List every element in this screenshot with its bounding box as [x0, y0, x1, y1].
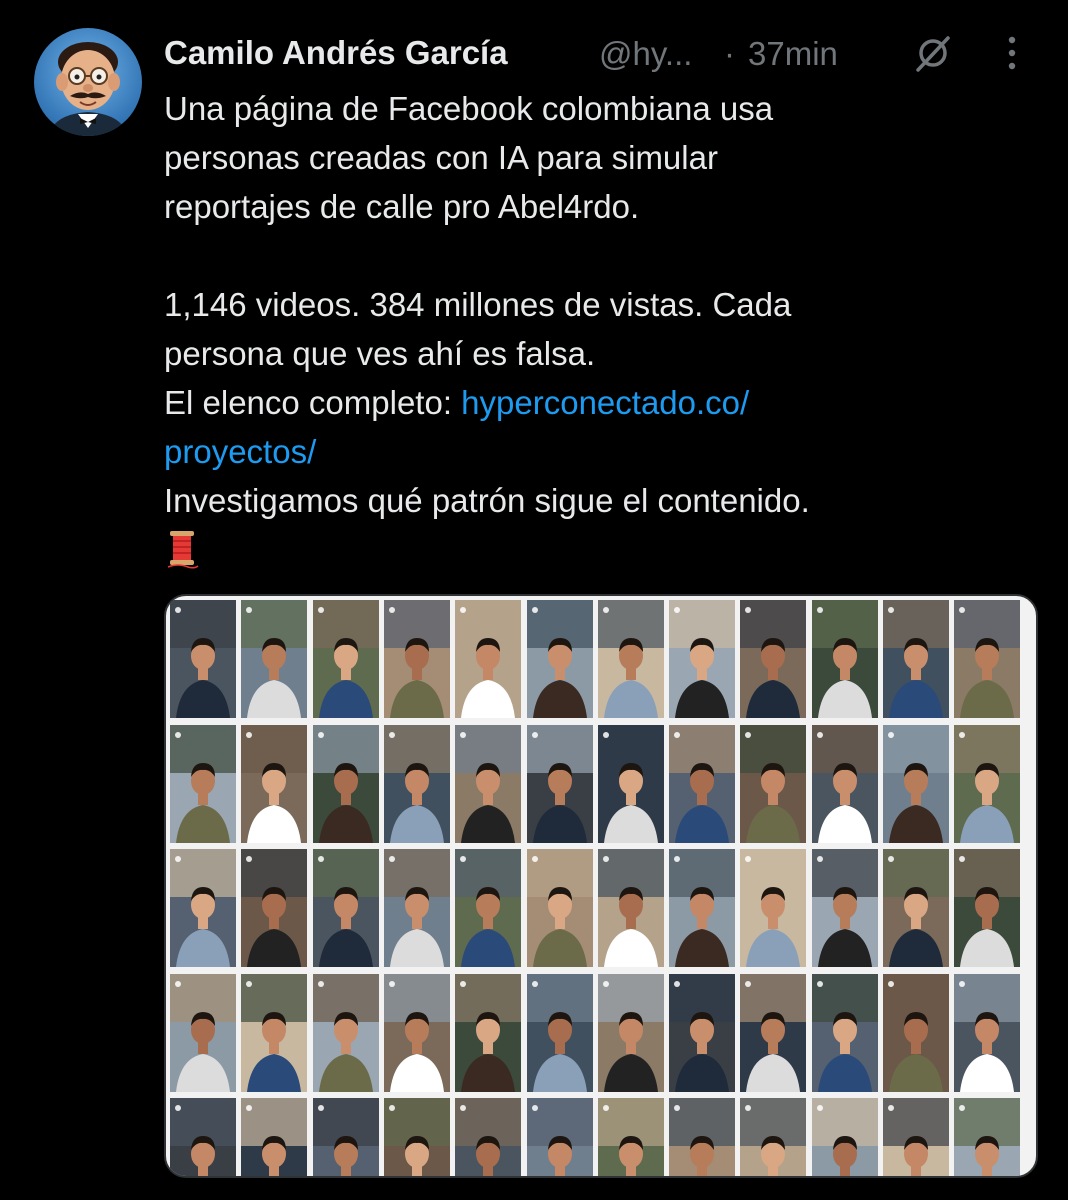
tweet-line-3: reportajes de calle pro Abel4rdo.	[164, 188, 640, 225]
video-thumbnail	[883, 724, 949, 843]
video-thumbnail	[383, 600, 450, 718]
video-thumbnail	[811, 600, 878, 718]
video-thumbnail-grid	[166, 596, 1036, 1176]
video-thumbnail	[669, 849, 736, 967]
video-thumbnail	[883, 849, 949, 967]
video-thumbnail	[526, 849, 593, 967]
video-thumbnail	[954, 724, 1021, 843]
video-thumbnail	[811, 724, 878, 843]
video-thumbnail	[383, 849, 450, 967]
video-thumbnail	[383, 1098, 450, 1176]
tweet-header: Camilo Andrés García @hy... · 37min	[164, 30, 1040, 78]
author-name[interactable]: Camilo Andrés García	[164, 34, 508, 72]
author-handle[interactable]: @hy...	[599, 35, 692, 73]
tweet-text: Una página de Facebook colombiana usa pe…	[164, 84, 1024, 569]
video-thumbnail	[883, 1098, 949, 1176]
video-thumbnail	[170, 600, 236, 718]
video-thumbnail	[669, 724, 736, 843]
video-thumbnail	[383, 724, 450, 843]
video-thumbnail	[170, 1098, 236, 1176]
video-thumbnail	[383, 973, 450, 1092]
video-thumbnail	[241, 1098, 308, 1176]
video-thumbnail	[312, 600, 379, 718]
tweet-link-part1[interactable]: hyperconectado.co/	[461, 384, 749, 421]
video-thumbnail	[312, 724, 379, 843]
separator-dot: ·	[724, 35, 735, 72]
video-thumbnail	[883, 600, 949, 718]
tweet-line-2: personas creadas con IA para simular	[164, 139, 718, 176]
video-thumbnail	[597, 973, 664, 1092]
video-thumbnail	[597, 724, 664, 843]
video-thumbnail	[526, 724, 593, 843]
vertical-dots-icon[interactable]	[1002, 32, 1022, 74]
video-thumbnail	[740, 600, 807, 718]
video-thumbnail	[241, 724, 308, 843]
video-thumbnail	[740, 973, 807, 1092]
video-thumbnail	[455, 724, 522, 843]
video-thumbnail	[597, 600, 664, 718]
video-thumbnail	[669, 973, 736, 1092]
grok-slash-icon[interactable]	[912, 32, 954, 74]
video-thumbnail	[811, 1098, 878, 1176]
video-thumbnail	[241, 849, 308, 967]
video-thumbnail	[954, 600, 1021, 718]
video-thumbnail	[526, 600, 593, 718]
video-thumbnail	[455, 849, 522, 967]
author-avatar[interactable]	[34, 28, 142, 136]
video-thumbnail	[740, 1098, 807, 1176]
video-thumbnail	[954, 973, 1021, 1092]
video-thumbnail	[597, 1098, 664, 1176]
video-thumbnail	[883, 973, 949, 1092]
video-thumbnail	[597, 849, 664, 967]
video-thumbnail	[455, 973, 522, 1092]
video-thumbnail	[811, 973, 878, 1092]
video-thumbnail	[312, 1098, 379, 1176]
thread-spool-emoji	[167, 531, 199, 569]
video-thumbnail	[241, 973, 308, 1092]
tweet-line-5: persona que ves ahí es falsa.	[164, 335, 596, 372]
video-thumbnail	[954, 1098, 1021, 1176]
cast-prefix: El elenco completo:	[164, 384, 462, 421]
tweet-line-4: 1,146 videos. 384 millones de vistas. Ca…	[164, 286, 792, 323]
video-thumbnail	[669, 1098, 736, 1176]
tweet-link-part2[interactable]: proyectos/	[164, 433, 316, 470]
tweet-media-image[interactable]	[164, 594, 1038, 1178]
closing-line: Investigamos qué patrón sigue el conteni…	[164, 482, 810, 519]
video-thumbnail	[455, 600, 522, 718]
video-thumbnail	[170, 849, 236, 967]
video-thumbnail	[526, 1098, 593, 1176]
video-thumbnail	[811, 849, 878, 967]
tweet-line-1: Una página de Facebook colombiana usa	[164, 90, 774, 127]
video-thumbnail	[740, 849, 807, 967]
tweet-timestamp[interactable]: 37min	[748, 35, 838, 73]
video-thumbnail	[170, 973, 236, 1092]
video-thumbnail	[312, 849, 379, 967]
video-thumbnail	[669, 600, 736, 718]
video-thumbnail	[740, 724, 807, 843]
video-thumbnail	[455, 1098, 522, 1176]
video-thumbnail	[170, 724, 236, 843]
cast-line: El elenco completo: hyperconectado.co/	[164, 378, 1024, 427]
video-thumbnail	[312, 973, 379, 1092]
video-thumbnail	[241, 600, 308, 718]
video-thumbnail	[954, 849, 1021, 967]
avatar-caricature-image	[34, 28, 142, 136]
video-thumbnail	[526, 973, 593, 1092]
